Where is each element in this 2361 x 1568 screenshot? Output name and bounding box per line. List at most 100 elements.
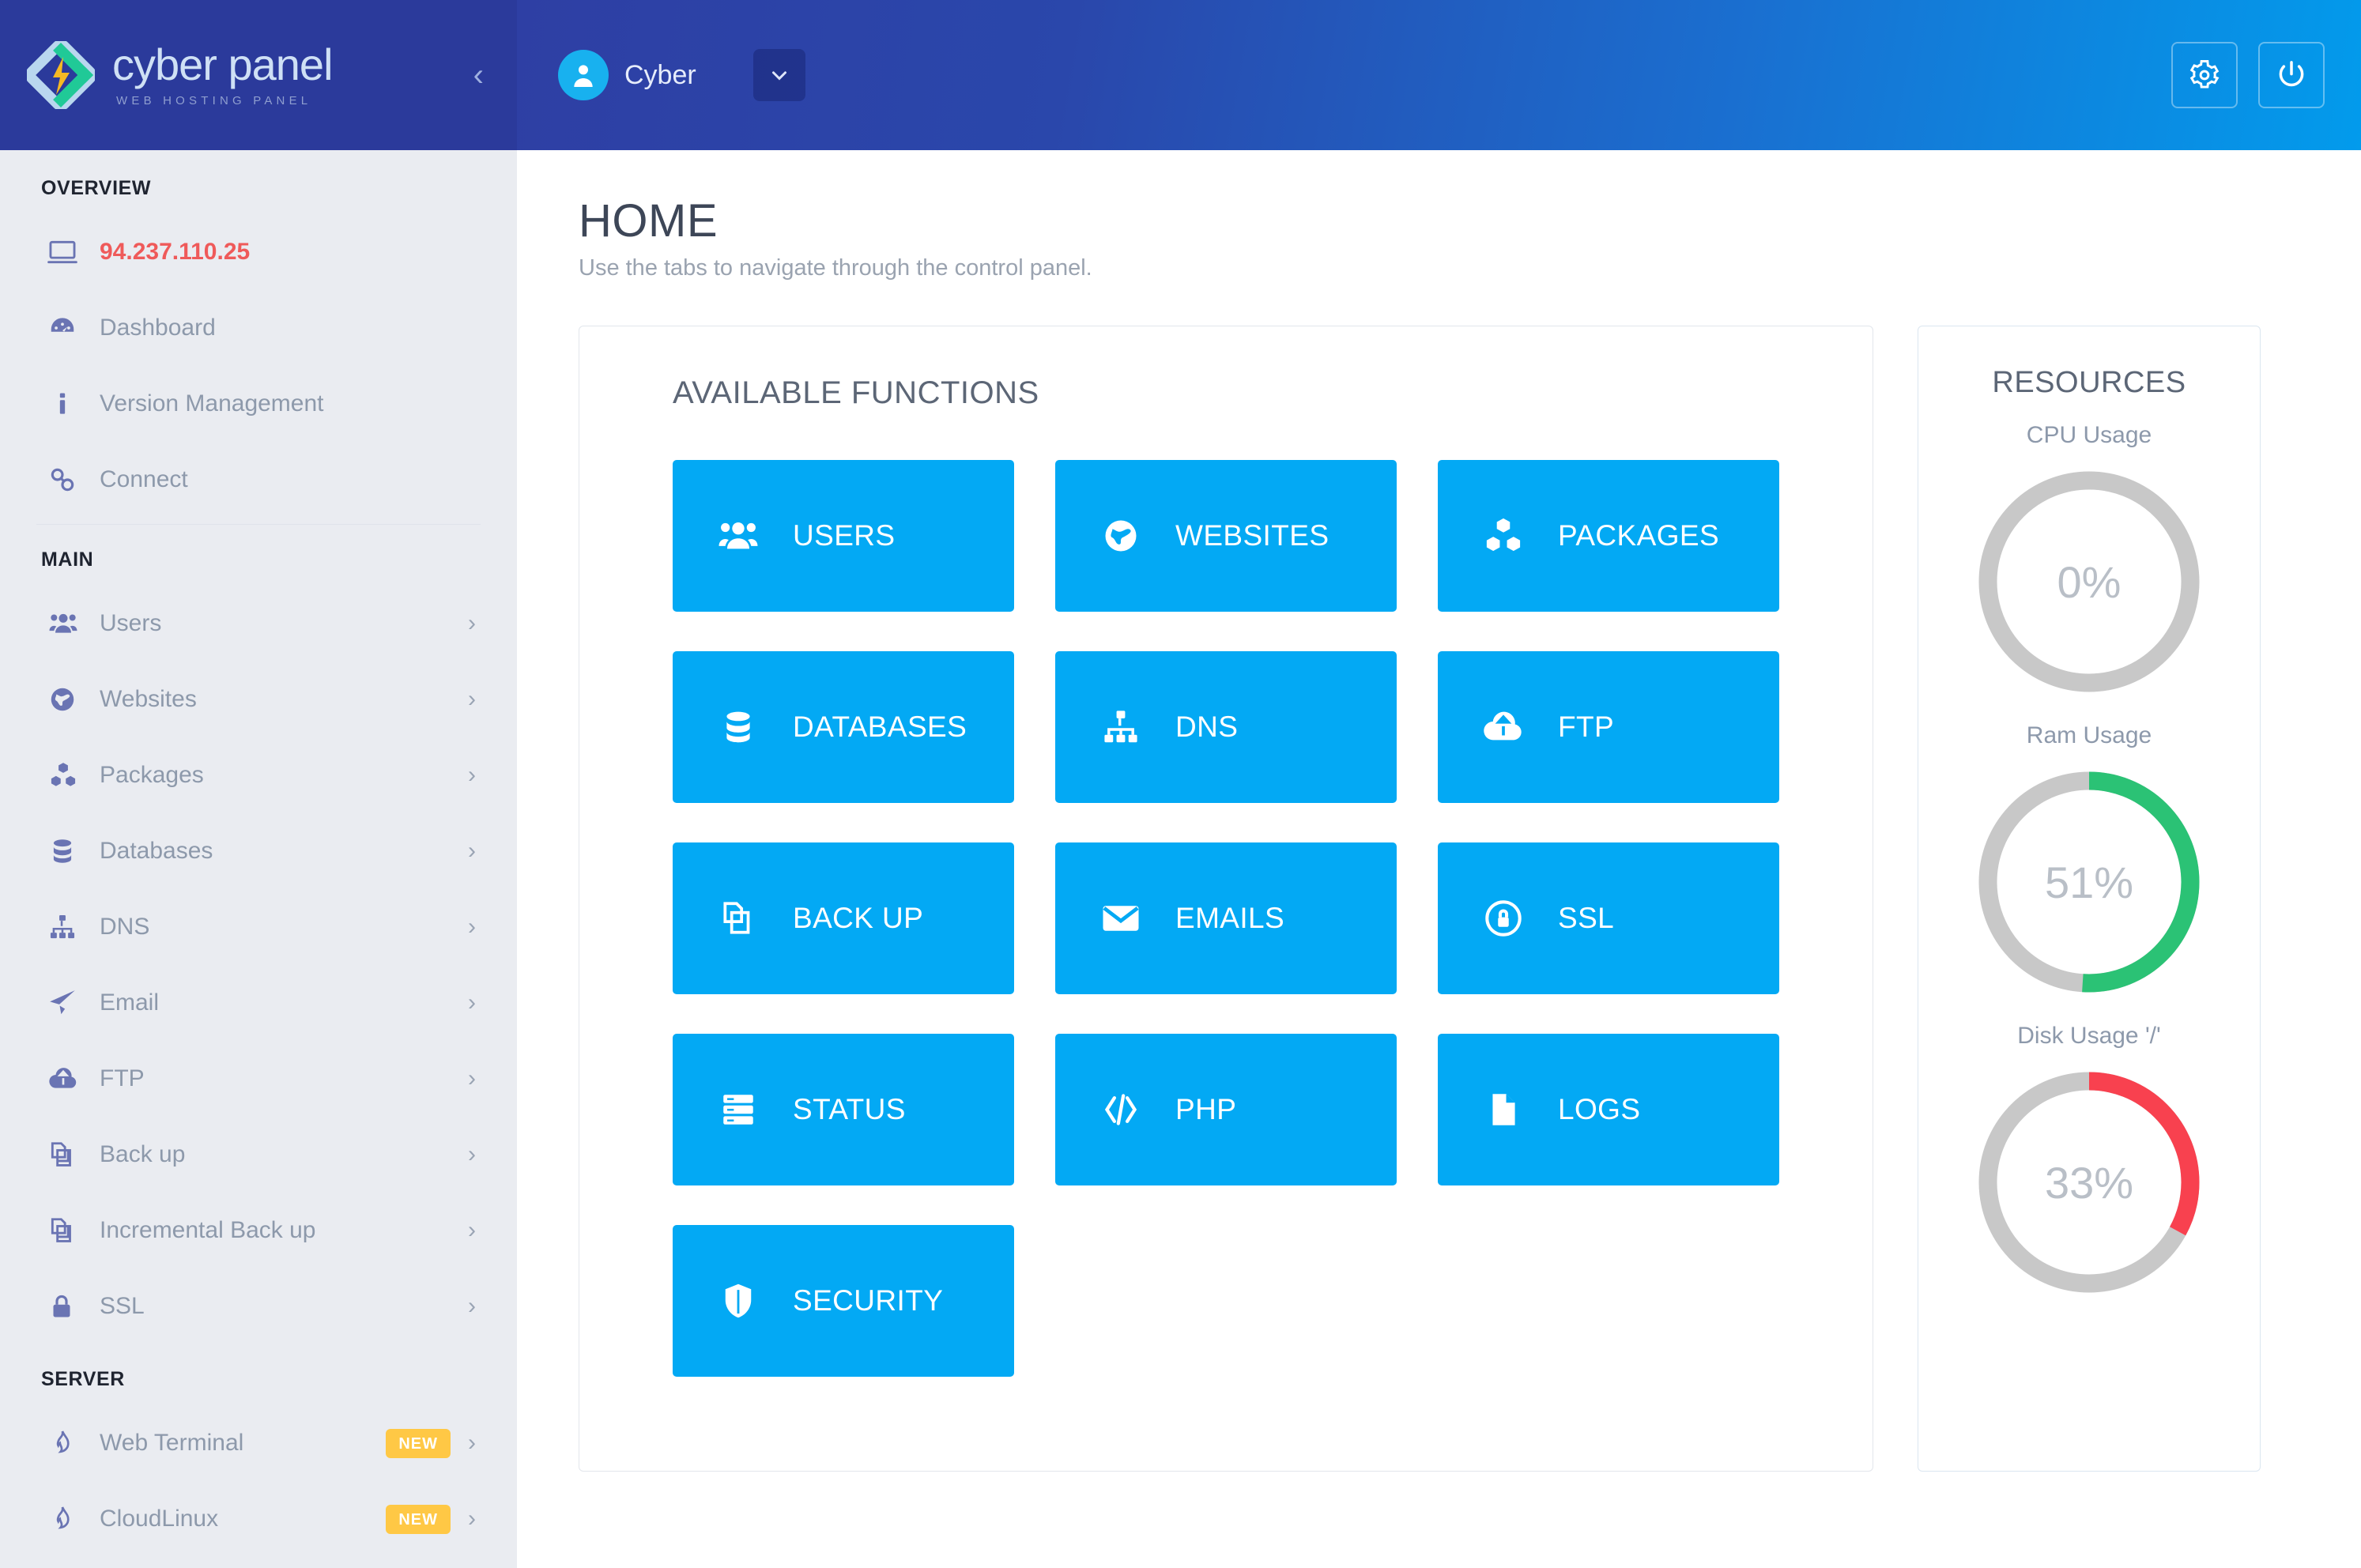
chevron-right-icon: › — [468, 839, 476, 863]
cyberpanel-app: cyber panel WEB HOSTING PANEL ‹ OVERVIEW… — [0, 0, 2361, 1568]
power-icon[interactable] — [2258, 42, 2325, 108]
function-tiles-grid: USERS WEBSITES — [673, 460, 1816, 1377]
dashboard-icon — [47, 313, 92, 343]
sidebar-item-ssl[interactable]: SSL › — [0, 1268, 517, 1344]
tile-dns[interactable]: DNS — [1055, 651, 1397, 803]
tile-label: DATABASES — [793, 710, 967, 744]
cyberpanel-logo-icon — [27, 41, 95, 109]
tile-label: SSL — [1558, 902, 1614, 935]
content-columns: AVAILABLE FUNCTIONS — [579, 326, 2315, 1472]
gear-icon[interactable] — [2171, 42, 2238, 108]
tile-databases[interactable]: DATABASES — [673, 651, 1014, 803]
sidebar-item-databases[interactable]: Databases › — [0, 813, 517, 889]
tile-label: SECURITY — [793, 1284, 943, 1317]
sidebar-item-dns[interactable]: DNS › — [0, 889, 517, 965]
sidebar: cyber panel WEB HOSTING PANEL ‹ OVERVIEW… — [0, 0, 517, 1568]
chevron-right-icon: › — [468, 1507, 476, 1531]
page-title: HOME — [579, 194, 2315, 247]
tile-status[interactable]: STATUS — [673, 1034, 1014, 1185]
tile-websites[interactable]: WEBSITES — [1055, 460, 1397, 612]
tile-ftp[interactable]: FTP — [1438, 651, 1779, 803]
sidebar-item-incremental-backup[interactable]: Incremental Back up › — [0, 1193, 517, 1268]
tile-label: WEBSITES — [1175, 519, 1329, 552]
lock-circle-icon — [1479, 897, 1528, 940]
tile-users[interactable]: USERS — [673, 460, 1014, 612]
paper-plane-icon — [47, 988, 92, 1018]
info-icon — [47, 389, 92, 419]
gauge-ram-usage: Ram Usage 51% — [1918, 722, 2260, 1001]
tile-back-up[interactable]: BACK UP — [673, 842, 1014, 994]
brand-subtitle: WEB HOSTING PANEL — [116, 94, 333, 107]
gauge-value: 33% — [1971, 1064, 2208, 1301]
envelope-icon — [1096, 897, 1145, 940]
sidebar-item-ip-address[interactable]: 94.237.110.25 — [0, 214, 517, 290]
sidebar-item-email[interactable]: Email › — [0, 965, 517, 1041]
sidebar-item-websites[interactable]: Websites › — [0, 662, 517, 737]
server-icon — [714, 1090, 763, 1129]
tile-ssl[interactable]: SSL — [1438, 842, 1779, 994]
main-area: Cyber — [517, 0, 2361, 1568]
sitemap-icon — [47, 912, 92, 942]
sidebar-item-label: Web Terminal — [100, 1430, 243, 1457]
file-icon — [1479, 1090, 1528, 1129]
gauge-value: 0% — [1971, 463, 2208, 700]
gauge-ring: 33% — [1971, 1064, 2208, 1301]
top-bar: Cyber — [517, 0, 2361, 150]
database-icon — [47, 836, 92, 866]
sidebar-item-cloudlinux[interactable]: CloudLinux NEW › — [0, 1481, 517, 1557]
sidebar-item-ftp[interactable]: FTP › — [0, 1041, 517, 1117]
chevron-right-icon: › — [468, 688, 476, 711]
chevron-right-icon: › — [468, 763, 476, 787]
sidebar-item-label: Connect — [100, 466, 188, 493]
sidebar-item-label: Databases — [100, 838, 213, 865]
user-menu[interactable]: Cyber — [558, 50, 696, 100]
packages-icon — [1479, 514, 1528, 558]
tile-logs[interactable]: LOGS — [1438, 1034, 1779, 1185]
shield-icon — [714, 1280, 763, 1321]
tile-label: BACK UP — [793, 902, 923, 935]
resources-title: RESOURCES — [1918, 366, 2260, 400]
status-badge: NEW — [386, 1429, 451, 1458]
user-avatar-icon — [558, 50, 609, 100]
gauge-label: Ram Usage — [1918, 722, 2260, 749]
gauge-cpu-usage: CPU Usage 0% — [1918, 422, 2260, 700]
sidebar-item-web-terminal[interactable]: Web Terminal NEW › — [0, 1405, 517, 1481]
chevron-right-icon: › — [468, 991, 476, 1015]
chevron-down-icon[interactable] — [753, 49, 805, 101]
copy-icon — [47, 1140, 92, 1170]
database-icon — [714, 707, 763, 747]
chevron-left-icon[interactable]: ‹ — [473, 59, 484, 91]
tile-label: LOGS — [1558, 1093, 1640, 1126]
tile-label: EMAILS — [1175, 902, 1284, 935]
tile-label: FTP — [1558, 710, 1614, 744]
gauge-disk-usage: Disk Usage '/' 33% — [1918, 1023, 2260, 1301]
sidebar-item-label: Websites — [100, 686, 197, 713]
gauge-label: CPU Usage — [1918, 422, 2260, 449]
sitemap-icon — [1096, 707, 1145, 748]
tile-php[interactable]: PHP — [1055, 1034, 1397, 1185]
globe-icon — [1096, 515, 1145, 556]
tile-label: DNS — [1175, 710, 1238, 744]
sidebar-item-version-management[interactable]: Version Management — [0, 366, 517, 442]
brand-header[interactable]: cyber panel WEB HOSTING PANEL ‹ — [0, 0, 517, 150]
sidebar-item-label: SSL — [100, 1293, 145, 1320]
sidebar-item-dashboard[interactable]: Dashboard — [0, 290, 517, 366]
globe-icon — [47, 684, 92, 714]
tile-label: PHP — [1175, 1093, 1236, 1126]
copy-icon — [47, 1216, 92, 1246]
cloud-upload-icon — [47, 1063, 92, 1095]
tile-emails[interactable]: EMAILS — [1055, 842, 1397, 994]
tile-label: STATUS — [793, 1093, 906, 1126]
sidebar-item-packages[interactable]: Packages › — [0, 737, 517, 813]
sidebar-section-overview: OVERVIEW — [0, 150, 517, 214]
sidebar-item-label: CloudLinux — [100, 1506, 218, 1532]
tile-security[interactable]: SECURITY — [673, 1225, 1014, 1377]
sidebar-item-connect[interactable]: Connect — [0, 442, 517, 518]
brand-text: cyber panel WEB HOSTING PANEL — [112, 43, 333, 107]
tile-packages[interactable]: PACKAGES — [1438, 460, 1779, 612]
sidebar-item-users[interactable]: Users › — [0, 586, 517, 662]
chevron-right-icon: › — [468, 1431, 476, 1455]
chevron-right-icon: › — [468, 1219, 476, 1242]
status-badge: NEW — [386, 1505, 451, 1534]
sidebar-item-backup[interactable]: Back up › — [0, 1117, 517, 1193]
